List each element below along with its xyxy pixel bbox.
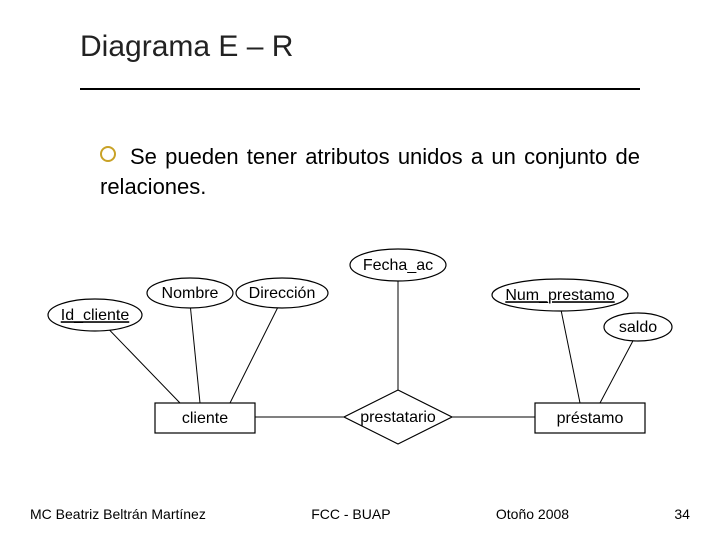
er-diagram-svg: Id_cliente Nombre Dirección Fecha_ac Num… bbox=[40, 245, 680, 485]
edge-direccion-cliente bbox=[230, 303, 280, 403]
footer-author: MC Beatriz Beltrán Martínez bbox=[30, 506, 206, 522]
footer-center: FCC - BUAP bbox=[311, 506, 390, 522]
bullet-text: Se pueden tener atributos unidos a un co… bbox=[100, 144, 640, 199]
edge-numprestamo-prestamo bbox=[560, 305, 580, 403]
edge-saldo-prestamo bbox=[600, 337, 635, 403]
attr-id-cliente-label: Id_cliente bbox=[61, 307, 130, 324]
attr-fecha-ac-label: Fecha_ac bbox=[363, 257, 433, 274]
attr-num-prestamo-label: Num_prestamo bbox=[505, 287, 614, 304]
title-underline bbox=[80, 88, 640, 90]
bullet-row: Se pueden tener atributos unidos a un co… bbox=[100, 142, 640, 201]
attr-saldo-label: saldo bbox=[619, 319, 657, 336]
edge-nombre-cliente bbox=[190, 303, 200, 403]
page-title: Diagrama E – R bbox=[80, 30, 293, 64]
attr-direccion-label: Dirección bbox=[249, 285, 316, 302]
footer: MC Beatriz Beltrán Martínez FCC - BUAP O… bbox=[30, 506, 690, 522]
footer-term: Otoño 2008 bbox=[496, 506, 569, 522]
entity-cliente-label: cliente bbox=[182, 410, 228, 427]
footer-page: 34 bbox=[674, 506, 690, 522]
entity-prestamo-label: préstamo bbox=[557, 410, 624, 427]
bullet-circle-icon bbox=[100, 146, 116, 162]
relationship-prestatario-label: prestatario bbox=[360, 409, 436, 426]
attr-nombre-label: Nombre bbox=[162, 285, 219, 302]
er-diagram: Id_cliente Nombre Dirección Fecha_ac Num… bbox=[40, 245, 680, 485]
slide: Diagrama E – R Se pueden tener atributos… bbox=[0, 0, 720, 540]
